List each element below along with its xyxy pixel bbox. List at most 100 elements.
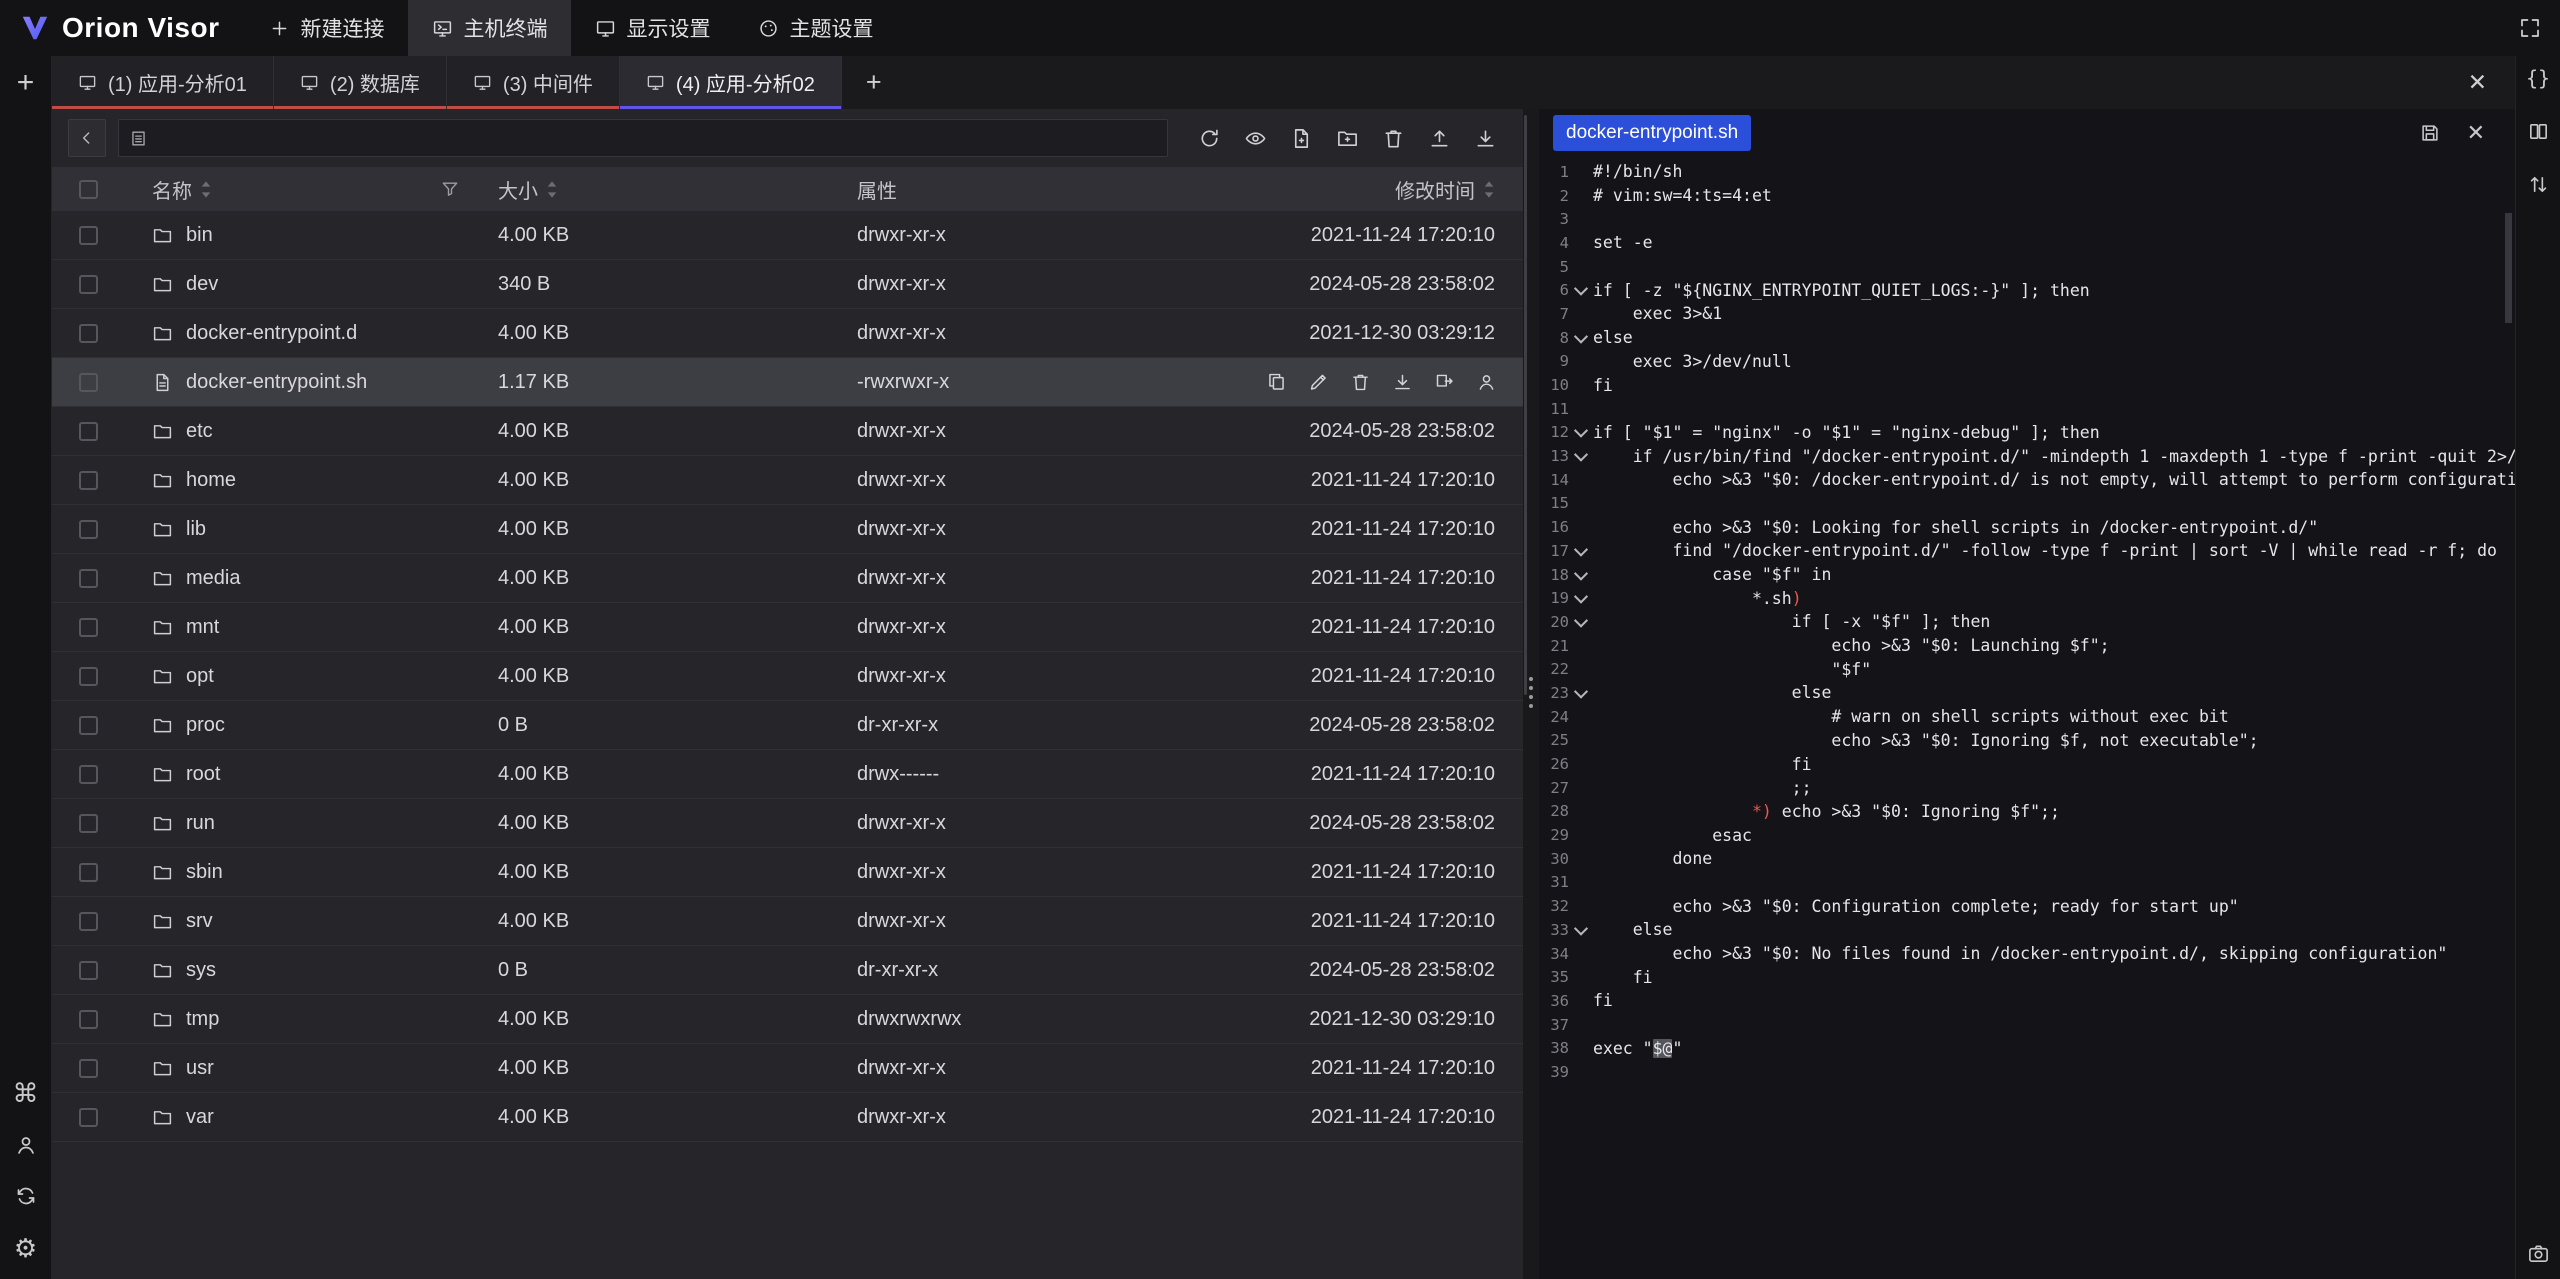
file-list-scrollbar[interactable] (1524, 115, 1527, 695)
close-editor-icon[interactable]: ✕ (2467, 122, 2485, 144)
table-row[interactable]: mnt 4.00 KB drwxr-xr-x 2021-11-24 17:20:… (52, 603, 1523, 652)
refresh-icon[interactable] (1198, 127, 1221, 150)
row-checkbox[interactable] (79, 471, 98, 490)
row-checkbox[interactable] (79, 1059, 98, 1078)
delete-icon[interactable] (1350, 372, 1371, 393)
code-line: 5 (1539, 255, 2515, 279)
table-row[interactable]: sbin 4.00 KB drwxr-xr-x 2021-11-24 17:20… (52, 848, 1523, 897)
delete-icon[interactable] (1382, 127, 1405, 150)
fullscreen-icon[interactable] (2518, 16, 2542, 40)
row-checkbox[interactable] (79, 765, 98, 784)
table-row[interactable]: root 4.00 KB drwx------ 2021-11-24 17:20… (52, 750, 1523, 799)
editor-scrollbar[interactable] (2505, 213, 2512, 323)
row-checkbox[interactable] (79, 814, 98, 833)
fold-chevron-icon[interactable] (1569, 925, 1593, 935)
table-row[interactable]: dev 340 B drwxr-xr-x 2024-05-28 23:58:02 (52, 260, 1523, 309)
open-file-tag[interactable]: docker-entrypoint.sh (1553, 115, 1751, 151)
download-icon[interactable] (1392, 372, 1413, 393)
row-checkbox[interactable] (79, 667, 98, 686)
row-checkbox[interactable] (79, 422, 98, 441)
fold-chevron-icon[interactable] (1569, 427, 1593, 437)
row-checkbox[interactable] (79, 863, 98, 882)
row-checkbox[interactable] (79, 569, 98, 588)
sort-name-icon[interactable] (200, 180, 212, 199)
table-row[interactable]: usr 4.00 KB drwxr-xr-x 2021-11-24 17:20:… (52, 1044, 1523, 1093)
filter-funnel-icon[interactable] (440, 179, 460, 199)
download-icon[interactable] (1474, 127, 1497, 150)
row-checkbox[interactable] (79, 275, 98, 294)
table-row[interactable]: var 4.00 KB drwxr-xr-x 2021-11-24 17:20:… (52, 1093, 1523, 1142)
menu-new-connection[interactable]: 新建连接 (245, 0, 408, 56)
command-shortcut-icon[interactable]: ⌘ (13, 1080, 39, 1106)
new-file-icon[interactable] (1290, 127, 1313, 150)
table-row[interactable]: docker-entrypoint.d 4.00 KB drwxr-xr-x 2… (52, 309, 1523, 358)
row-checkbox[interactable] (79, 1108, 98, 1127)
chmod-user-icon[interactable] (1476, 372, 1497, 393)
fold-chevron-icon[interactable] (1569, 570, 1593, 580)
table-row[interactable]: tmp 4.00 KB drwxrwxrwx 2021-12-30 03:29:… (52, 995, 1523, 1044)
select-all-checkbox[interactable] (79, 180, 98, 199)
fold-chevron-icon[interactable] (1569, 451, 1593, 461)
row-checkbox[interactable] (79, 324, 98, 343)
preview-eye-icon[interactable] (1244, 127, 1267, 150)
row-checkbox[interactable] (79, 912, 98, 931)
new-tab-button[interactable]: + (0, 56, 51, 109)
row-checkbox[interactable] (79, 961, 98, 980)
table-row[interactable]: media 4.00 KB drwxr-xr-x 2021-11-24 17:2… (52, 554, 1523, 603)
directory-list-icon[interactable] (129, 129, 148, 148)
menu-host-terminal[interactable]: 主机终端 (408, 0, 571, 56)
terminal-tab[interactable]: (1) 应用-分析01 (52, 56, 274, 109)
edit-icon[interactable] (1308, 372, 1329, 393)
table-row[interactable]: proc 0 B dr-xr-xr-x 2024-05-28 23:58:02 (52, 701, 1523, 750)
split-panels-icon[interactable] (2527, 120, 2550, 143)
add-tab-button[interactable]: + (842, 56, 906, 109)
table-row[interactable]: run 4.00 KB drwxr-xr-x 2024-05-28 23:58:… (52, 799, 1523, 848)
row-checkbox[interactable] (79, 1010, 98, 1029)
folder-icon (152, 911, 173, 932)
code-editor[interactable]: 1#!/bin/sh2# vim:sw=4:ts=4:et34set -e56i… (1539, 157, 2515, 1279)
fold-chevron-icon[interactable] (1569, 546, 1593, 556)
settings-gear-icon[interactable]: ⚙ (14, 1235, 37, 1261)
user-icon[interactable] (14, 1133, 38, 1157)
table-row[interactable]: etc 4.00 KB drwxr-xr-x 2024-05-28 23:58:… (52, 407, 1523, 456)
terminal-tab[interactable]: (3) 中间件 (447, 56, 620, 109)
save-icon[interactable] (2419, 122, 2441, 144)
terminal-tab[interactable]: (4) 应用-分析02 (620, 56, 842, 109)
row-checkbox[interactable] (79, 520, 98, 539)
sort-mtime-icon[interactable] (1483, 180, 1495, 199)
row-checkbox[interactable] (79, 373, 98, 392)
code-text: if [ -z "${NGINX_ENTRYPOINT_QUIET_LOGS:-… (1593, 281, 2515, 300)
close-tabs-icon[interactable]: ✕ (2468, 69, 2515, 96)
move-icon[interactable] (1434, 372, 1455, 393)
fold-chevron-icon[interactable] (1569, 688, 1593, 698)
sync-icon[interactable] (14, 1184, 38, 1208)
row-checkbox[interactable] (79, 226, 98, 245)
sort-updown-icon[interactable] (2527, 173, 2550, 196)
fold-chevron-icon[interactable] (1569, 333, 1593, 343)
back-button[interactable] (68, 119, 106, 157)
divider-grip[interactable] (1529, 677, 1533, 708)
row-checkbox[interactable] (79, 618, 98, 637)
upload-icon[interactable] (1428, 127, 1451, 150)
table-row[interactable]: docker-entrypoint.sh 1.17 KB -rwxrwxr-x (52, 358, 1523, 407)
panel-resize-divider[interactable] (1523, 109, 1539, 1279)
menu-display-settings[interactable]: 显示设置 (571, 0, 734, 56)
copy-icon[interactable] (1266, 372, 1287, 393)
table-row[interactable]: bin 4.00 KB drwxr-xr-x 2021-11-24 17:20:… (52, 211, 1523, 260)
fold-chevron-icon[interactable] (1569, 285, 1593, 295)
camera-icon[interactable] (2527, 1242, 2550, 1265)
sort-size-icon[interactable] (546, 180, 558, 199)
table-row[interactable]: opt 4.00 KB drwxr-xr-x 2021-11-24 17:20:… (52, 652, 1523, 701)
table-row[interactable]: sys 0 B dr-xr-xr-x 2024-05-28 23:58:02 (52, 946, 1523, 995)
terminal-tab[interactable]: (2) 数据库 (274, 56, 447, 109)
table-row[interactable]: home 4.00 KB drwxr-xr-x 2021-11-24 17:20… (52, 456, 1523, 505)
fold-chevron-icon[interactable] (1569, 617, 1593, 627)
row-checkbox[interactable] (79, 716, 98, 735)
path-input[interactable] (156, 127, 1157, 149)
braces-icon[interactable]: {} (2526, 66, 2550, 90)
new-folder-icon[interactable] (1336, 127, 1359, 150)
menu-theme-settings[interactable]: 主题设置 (734, 0, 897, 56)
table-row[interactable]: lib 4.00 KB drwxr-xr-x 2021-11-24 17:20:… (52, 505, 1523, 554)
table-row[interactable]: srv 4.00 KB drwxr-xr-x 2021-11-24 17:20:… (52, 897, 1523, 946)
fold-chevron-icon[interactable] (1569, 593, 1593, 603)
